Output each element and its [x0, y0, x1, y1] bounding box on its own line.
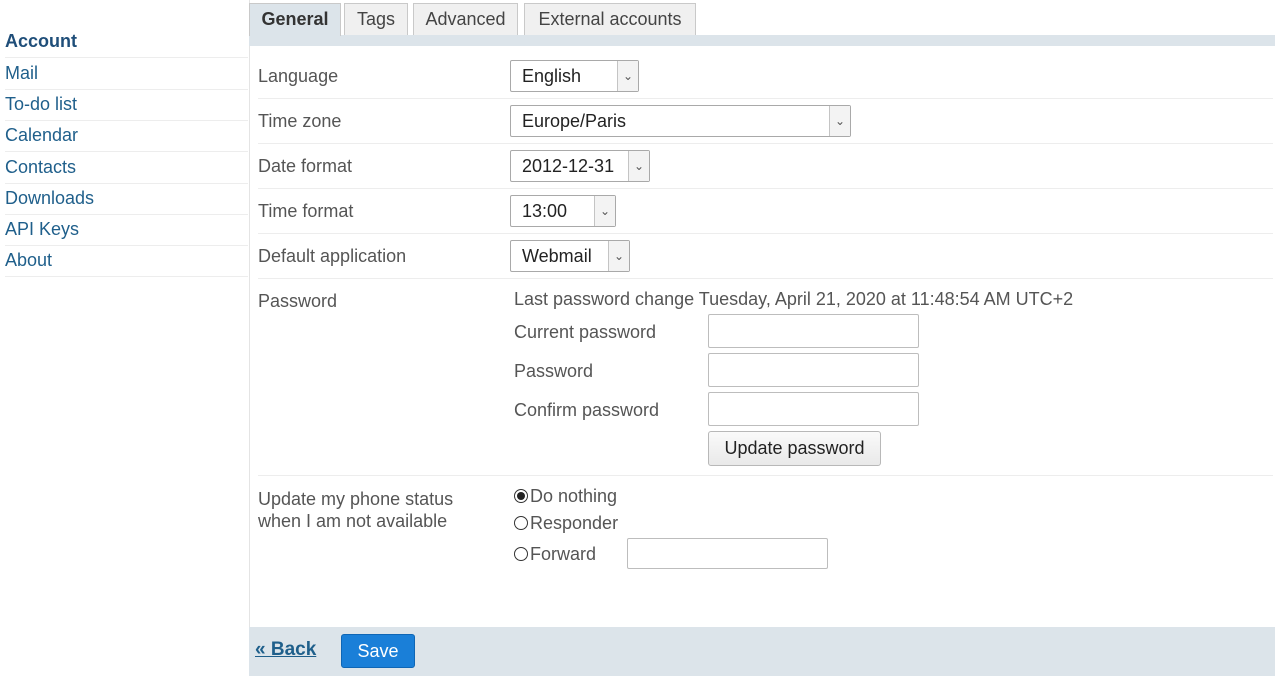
forward-number-field[interactable] [627, 538, 828, 569]
radio-unchecked-icon [514, 516, 528, 530]
default-app-row: Default application Webmail ⌄ [258, 234, 1273, 279]
radio-responder-label: Responder [530, 513, 619, 533]
default-app-select[interactable]: Webmail ⌄ [510, 240, 630, 272]
password-label: Password [258, 291, 338, 311]
chevron-down-icon: ⌄ [594, 196, 615, 226]
current-password-label: Current password [514, 322, 657, 342]
date-format-select[interactable]: 2012-12-31 ⌄ [510, 150, 650, 182]
sidebar-item-api-keys[interactable]: API Keys [5, 215, 248, 246]
time-format-label: Time format [258, 201, 354, 221]
tab-advanced[interactable]: Advanced [413, 3, 518, 35]
sidebar-item-mail[interactable]: Mail [5, 59, 248, 90]
chevron-down-icon: ⌄ [829, 106, 850, 136]
language-label: Language [258, 66, 339, 86]
confirm-password-field[interactable] [708, 392, 919, 426]
default-app-label: Default application [258, 246, 407, 266]
radio-forward[interactable]: Forward [514, 544, 614, 566]
back-link[interactable]: « Back [255, 639, 316, 661]
time-format-value: 13:00 [522, 201, 568, 221]
radio-responder[interactable]: Responder [514, 513, 634, 535]
timezone-value: Europe/Paris [522, 111, 627, 131]
phone-status-label-line2: when I am not available [258, 511, 448, 531]
default-app-value: Webmail [522, 246, 592, 266]
update-password-button[interactable]: Update password [708, 431, 881, 466]
save-button[interactable]: Save [341, 634, 415, 668]
radio-forward-label: Forward [530, 544, 597, 564]
phone-status-label-line1: Update my phone status [258, 489, 454, 509]
timezone-label: Time zone [258, 111, 342, 131]
tab-bar: General Tags Advanced External accounts [249, 0, 1275, 46]
radio-unchecked-icon [514, 547, 528, 561]
radio-do-nothing[interactable]: Do nothing [514, 486, 634, 508]
footer-bar: « Back Save [249, 627, 1275, 676]
radio-checked-icon [514, 489, 528, 503]
phone-status-row: Update my phone status when I am not ava… [258, 476, 1273, 586]
confirm-password-label: Confirm password [514, 400, 660, 420]
chevron-down-icon: ⌄ [628, 151, 649, 181]
sidebar-item-about[interactable]: About [5, 246, 248, 277]
radio-do-nothing-label: Do nothing [530, 486, 618, 506]
tab-general[interactable]: General [249, 3, 341, 36]
sidebar: Account Mail To-do list Calendar Contact… [0, 0, 250, 676]
language-value: English [522, 66, 582, 86]
language-row: Language English ⌄ [258, 54, 1273, 99]
sidebar-item-downloads[interactable]: Downloads [5, 184, 248, 215]
time-format-row: Time format 13:00 ⌄ [258, 189, 1273, 234]
sidebar-item-calendar[interactable]: Calendar [5, 121, 248, 152]
chevron-down-icon: ⌄ [617, 61, 638, 91]
sidebar-item-todo[interactable]: To-do list [5, 90, 248, 121]
tab-strip [249, 35, 1275, 46]
new-password-label: Password [514, 361, 594, 381]
password-row: Password Last password change Tuesday, A… [258, 279, 1273, 476]
sidebar-item-account[interactable]: Account [5, 27, 248, 58]
current-password-field[interactable] [708, 314, 919, 348]
sidebar-item-contacts[interactable]: Contacts [5, 153, 248, 184]
language-select[interactable]: English ⌄ [510, 60, 639, 92]
tab-external-accounts[interactable]: External accounts [524, 3, 696, 35]
date-format-label: Date format [258, 156, 353, 176]
phone-status-label: Update my phone status when I am not ava… [258, 488, 453, 532]
date-format-value: 2012-12-31 [522, 156, 615, 176]
chevron-down-icon: ⌄ [608, 241, 629, 271]
timezone-select[interactable]: Europe/Paris ⌄ [510, 105, 851, 137]
tab-tags[interactable]: Tags [344, 3, 408, 35]
timezone-row: Time zone Europe/Paris ⌄ [258, 99, 1273, 144]
time-format-select[interactable]: 13:00 ⌄ [510, 195, 616, 227]
date-format-row: Date format 2012-12-31 ⌄ [258, 144, 1273, 189]
last-password-change: Last password change Tuesday, April 21, … [514, 289, 1074, 309]
new-password-field[interactable] [708, 353, 919, 387]
